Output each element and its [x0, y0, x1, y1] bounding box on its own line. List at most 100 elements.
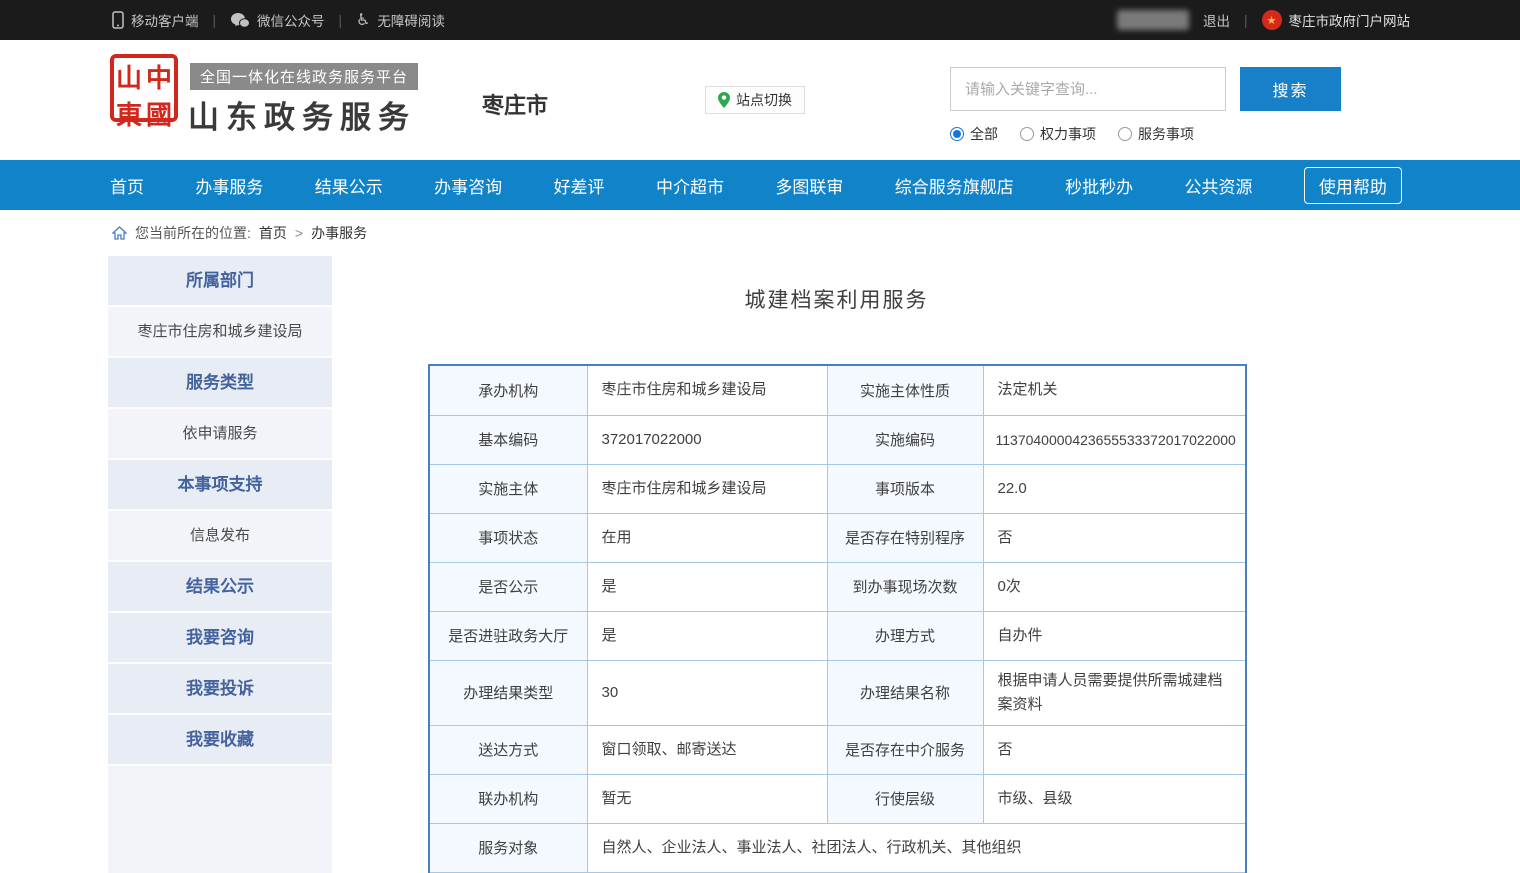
table-cell-value: 市级、县级 — [983, 774, 1246, 823]
sidebar-filler — [108, 766, 332, 873]
table-cell-value: 枣庄市住房和城乡建设局 — [587, 464, 827, 513]
search-input[interactable] — [950, 67, 1226, 111]
nav-item-instant-approval[interactable]: 秒批秒办 — [1065, 173, 1133, 198]
service-info-table: 承办机构 枣庄市住房和城乡建设局 实施主体性质 法定机关 基本编码 372017… — [428, 364, 1247, 873]
sidebar-item-i-want-favorite[interactable]: 我要收藏 — [108, 715, 332, 766]
seal-char: 山 — [114, 58, 144, 95]
table-row: 基本编码 372017022000 实施编码 11370400004236555… — [429, 415, 1246, 464]
city-name: 枣庄市 — [482, 88, 548, 120]
sidebar-item-i-want-complain[interactable]: 我要投诉 — [108, 664, 332, 715]
table-cell-label: 到办事现场次数 — [827, 562, 983, 611]
national-emblem-icon: ★ — [1262, 10, 1282, 30]
site-switch-button[interactable]: 站点切换 — [705, 86, 805, 114]
table-cell-label: 办理结果名称 — [827, 660, 983, 725]
table-cell-label: 事项状态 — [429, 513, 587, 562]
filter-all[interactable]: 全部 — [950, 124, 998, 144]
table-cell-value: 1137040000423655533372017022000 — [983, 415, 1246, 464]
filter-all-label: 全部 — [970, 124, 998, 144]
page: 移动客户端 | 微信公众号 | ♿ 无障碍阅读 退出 | ★ 枣庄市政府门户网站 — [0, 0, 1520, 873]
platform-badge: 全国一体化在线政务服务平台 — [190, 63, 418, 90]
sidebar-item-this-matter-support[interactable]: 本事项支持 — [108, 460, 332, 511]
table-cell-value: 30 — [587, 660, 827, 725]
username-blurred — [1117, 10, 1189, 30]
nav-item-agency-market[interactable]: 中介超市 — [656, 173, 724, 198]
table-cell-value: 法定机关 — [983, 365, 1246, 415]
table-cell-label: 承办机构 — [429, 365, 587, 415]
table-row: 承办机构 枣庄市住房和城乡建设局 实施主体性质 法定机关 — [429, 365, 1246, 415]
sidebar-item-service-type[interactable]: 服务类型 — [108, 358, 332, 409]
topbar-separator: | — [1244, 13, 1248, 28]
page-title: 城建档案利用服务 — [428, 284, 1245, 314]
table-row: 送达方式 窗口领取、邮寄送达 是否存在中介服务 否 — [429, 725, 1246, 774]
sidebar-item-on-request-service[interactable]: 依申请服务 — [108, 409, 332, 460]
nav-item-consult[interactable]: 办事咨询 — [434, 173, 502, 198]
table-cell-label: 基本编码 — [429, 415, 587, 464]
breadcrumb: 您当前所在的位置: 首页 > 办事服务 — [0, 210, 1520, 256]
table-cell-label: 事项版本 — [827, 464, 983, 513]
filter-power-items[interactable]: 权力事项 — [1020, 124, 1096, 144]
table-cell-value: 22.0 — [983, 464, 1246, 513]
table-row: 联办机构 暂无 行使层级 市级、县级 — [429, 774, 1246, 823]
table-cell-value: 否 — [983, 513, 1246, 562]
nav-help-button[interactable]: 使用帮助 — [1304, 167, 1402, 204]
table-row: 是否公示 是 到办事现场次数 0次 — [429, 562, 1246, 611]
table-cell-value: 自然人、企业法人、事业法人、社团法人、行政机关、其他组织 — [587, 823, 1246, 872]
sidebar-item-info-release[interactable]: 信息发布 — [108, 511, 332, 562]
topbar-right: 退出 | ★ 枣庄市政府门户网站 — [1117, 10, 1410, 30]
mobile-app-label: 移动客户端 — [131, 10, 199, 30]
search-filters: 全部 权力事项 服务事项 — [950, 124, 1194, 144]
nav-item-public-resources[interactable]: 公共资源 — [1185, 173, 1253, 198]
breadcrumb-separator: > — [295, 225, 303, 241]
nav-item-multi-review[interactable]: 多图联审 — [775, 173, 843, 198]
filter-service-items[interactable]: 服务事项 — [1118, 124, 1194, 144]
sidebar-item-result-publicity[interactable]: 结果公示 — [108, 562, 332, 613]
table-cell-label: 是否存在特别程序 — [827, 513, 983, 562]
search-button[interactable]: 搜索 — [1240, 67, 1341, 111]
table-cell-label: 办理结果类型 — [429, 660, 587, 725]
portal-link[interactable]: ★ 枣庄市政府门户网站 — [1262, 10, 1411, 30]
breadcrumb-home-link[interactable]: 首页 — [259, 223, 287, 243]
header: 山 中 東 國 全国一体化在线政务服务平台 山东政务服务 枣庄市 站点切换 搜索… — [0, 40, 1520, 160]
table-cell-value: 否 — [983, 725, 1246, 774]
sidebar: 所属部门 枣庄市住房和城乡建设局 服务类型 依申请服务 本事项支持 信息发布 结… — [108, 256, 332, 873]
table-row: 服务对象 自然人、企业法人、事业法人、社团法人、行政机关、其他组织 — [429, 823, 1246, 872]
table-cell-value: 根据申请人员需要提供所需城建档案资料 — [983, 660, 1246, 725]
wechat-link[interactable]: 微信公众号 — [230, 10, 325, 30]
nav-item-flagship-store[interactable]: 综合服务旗舰店 — [895, 173, 1014, 198]
breadcrumb-current[interactable]: 办事服务 — [311, 223, 367, 243]
nav-item-rating[interactable]: 好差评 — [554, 173, 605, 198]
logout-link[interactable]: 退出 — [1203, 10, 1230, 30]
portal-label: 枣庄市政府门户网站 — [1289, 10, 1411, 30]
table-cell-value: 0次 — [983, 562, 1246, 611]
sidebar-item-department[interactable]: 所属部门 — [108, 256, 332, 307]
table-cell-label: 行使层级 — [827, 774, 983, 823]
wechat-label: 微信公众号 — [257, 10, 325, 30]
topbar-left: 移动客户端 | 微信公众号 | ♿ 无障碍阅读 — [112, 10, 445, 30]
radio-icon[interactable] — [1118, 127, 1132, 141]
sidebar-item-i-want-consult[interactable]: 我要咨询 — [108, 613, 332, 664]
table-row: 办理结果类型 30 办理结果名称 根据申请人员需要提供所需城建档案资料 — [429, 660, 1246, 725]
table-cell-value: 枣庄市住房和城乡建设局 — [587, 365, 827, 415]
radio-icon[interactable] — [950, 127, 964, 141]
accessibility-link[interactable]: ♿ 无障碍阅读 — [356, 10, 445, 30]
sidebar-item-housing-bureau[interactable]: 枣庄市住房和城乡建设局 — [108, 307, 332, 358]
table-cell-label: 实施主体 — [429, 464, 587, 513]
table-cell-value: 在用 — [587, 513, 827, 562]
nav-item-home[interactable]: 首页 — [110, 173, 144, 198]
location-pin-icon — [718, 92, 730, 108]
topbar-separator: | — [213, 13, 217, 28]
mobile-app-link[interactable]: 移动客户端 — [112, 10, 199, 30]
nav-item-services[interactable]: 办事服务 — [195, 173, 263, 198]
nav-item-results[interactable]: 结果公示 — [315, 173, 383, 198]
table-cell-value: 窗口领取、邮寄送达 — [587, 725, 827, 774]
table-cell-label: 是否公示 — [429, 562, 587, 611]
home-icon — [112, 226, 127, 240]
table-cell-label: 是否进驻政务大厅 — [429, 611, 587, 660]
table-cell-value: 372017022000 — [587, 415, 827, 464]
table-cell-value: 是 — [587, 562, 827, 611]
table-cell-label: 实施编码 — [827, 415, 983, 464]
filter-power-items-label: 权力事项 — [1040, 124, 1096, 144]
topbar: 移动客户端 | 微信公众号 | ♿ 无障碍阅读 退出 | ★ 枣庄市政府门户网站 — [0, 0, 1520, 40]
main-nav: 首页 办事服务 结果公示 办事咨询 好差评 中介超市 多图联审 综合服务旗舰店 … — [0, 160, 1520, 210]
radio-icon[interactable] — [1020, 127, 1034, 141]
